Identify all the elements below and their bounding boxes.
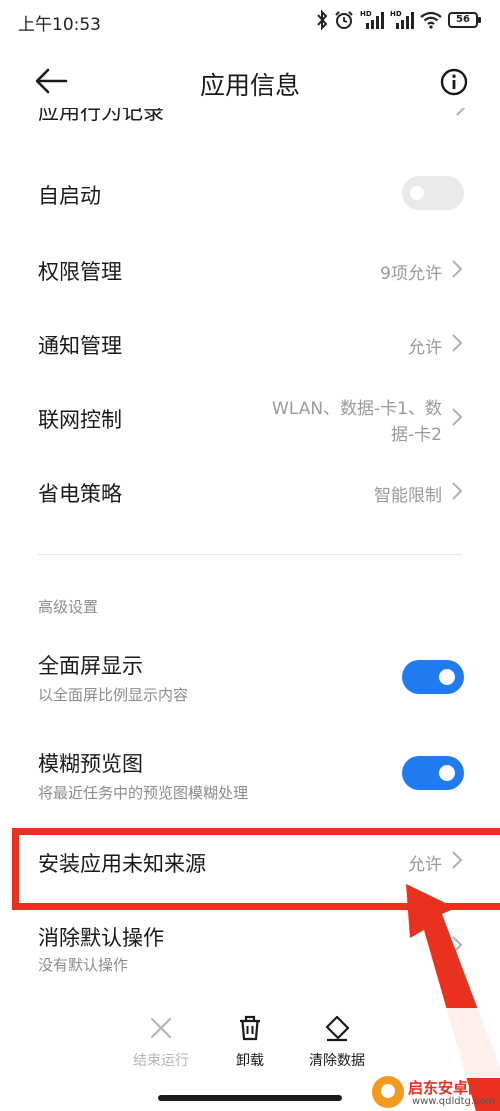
row-label: 应用行为记录 xyxy=(38,108,164,124)
autostart-row: 自启动 xyxy=(0,156,500,230)
row-label: 消除默认操作 xyxy=(38,926,164,950)
toggle-knob xyxy=(439,765,455,781)
row-label: 联网控制 xyxy=(38,408,122,432)
row-sublabel: 没有默认操作 xyxy=(38,956,129,974)
chevron-right-icon xyxy=(456,108,466,116)
row-sublabel: 以全面屏比例显示内容 xyxy=(38,686,189,704)
close-icon xyxy=(150,1017,172,1039)
row-value-line-2: 据-卡2 xyxy=(391,425,442,445)
signal-icon: HD xyxy=(390,11,414,29)
fullscreen-display-row: 全面屏显示 以全面屏比例显示内容 xyxy=(0,640,500,724)
app-behavior-record-row[interactable]: 应用行为记录 xyxy=(38,108,468,130)
row-label: 模糊预览图 xyxy=(38,752,143,776)
blur-preview-row: 模糊预览图 将最近任务中的预览图模糊处理 xyxy=(0,738,500,822)
uninstall-label: 卸载 xyxy=(236,1053,264,1069)
row-value-line-1: WLAN、数据-卡1、数 xyxy=(272,399,442,419)
chevron-right-icon xyxy=(452,334,463,352)
battery-icon: 56 xyxy=(448,12,481,28)
row-value: 允许 xyxy=(408,338,442,358)
chevron-right-icon xyxy=(452,482,463,500)
clear-data-button[interactable]: 清除数据 xyxy=(292,1014,382,1070)
wifi-icon xyxy=(420,11,442,29)
home-indicator[interactable] xyxy=(158,1095,342,1101)
row-sublabel: 将最近任务中的预览图模糊处理 xyxy=(38,784,249,802)
eraser-icon xyxy=(325,1015,350,1042)
bottom-action-bar: 结束运行 卸载 清除数据 xyxy=(0,1008,500,1078)
blur-preview-toggle[interactable] xyxy=(402,756,464,790)
row-label: 权限管理 xyxy=(38,260,122,284)
advanced-section-label: 高级设置 xyxy=(38,598,99,616)
permissions-row[interactable]: 权限管理 9项允许 xyxy=(0,230,500,304)
clear-defaults-row[interactable]: 消除默认操作 没有默认操作 xyxy=(0,912,500,996)
status-time: 上午10:53 xyxy=(18,15,101,35)
status-icons: HD HD 56 xyxy=(316,10,481,30)
status-bar: 上午10:53 HD HD 56 xyxy=(0,0,500,44)
network-control-row[interactable]: 联网控制 WLAN、数据-卡1、数 据-卡2 xyxy=(0,378,500,452)
force-stop-button[interactable]: 结束运行 xyxy=(116,1014,206,1070)
toggle-knob xyxy=(439,669,455,685)
battery-saver-row[interactable]: 省电策略 智能限制 xyxy=(0,452,500,526)
page-title: 应用信息 xyxy=(199,71,300,100)
chevron-right-icon xyxy=(452,408,463,426)
watermark-url: www.qdldtg.com xyxy=(412,1096,496,1107)
row-label: 自启动 xyxy=(38,184,101,208)
install-unknown-sources-row[interactable]: 安装应用未知来源 允许 xyxy=(0,832,500,906)
bluetooth-icon xyxy=(317,10,328,30)
trash-icon xyxy=(240,1015,260,1041)
chevron-right-icon xyxy=(452,851,463,869)
toggle-knob xyxy=(410,186,424,200)
chevron-right-icon xyxy=(452,260,463,278)
app-info-screen: 上午10:53 HD HD 56 应用信息 应用行为记录 自启动 权限管理 9项… xyxy=(0,0,500,1111)
row-label: 全面屏显示 xyxy=(38,654,143,678)
notifications-row[interactable]: 通知管理 允许 xyxy=(0,304,500,378)
watermark-name: 启东安卓网 xyxy=(408,1079,484,1097)
signal-icon: HD xyxy=(360,11,384,29)
back-arrow-icon[interactable] xyxy=(34,66,68,96)
fullscreen-toggle[interactable] xyxy=(402,660,464,694)
row-label: 省电策略 xyxy=(38,482,122,506)
watermark-logo-icon xyxy=(372,1076,404,1108)
alarm-icon xyxy=(335,11,353,29)
section-divider xyxy=(38,554,462,555)
uninstall-button[interactable]: 卸载 xyxy=(205,1014,295,1070)
watermark: 启东安卓网 www.qdldtg.com xyxy=(372,1074,500,1111)
row-label: 通知管理 xyxy=(38,334,122,358)
force-stop-label: 结束运行 xyxy=(133,1053,189,1069)
chevron-right-icon xyxy=(452,936,463,954)
autostart-toggle[interactable] xyxy=(402,176,464,210)
clear-data-label: 清除数据 xyxy=(309,1053,365,1069)
row-value: 智能限制 xyxy=(374,486,442,506)
row-value: 9项允许 xyxy=(380,264,442,284)
title-bar: 应用信息 xyxy=(0,52,500,112)
row-value: 允许 xyxy=(408,855,442,875)
row-label: 安装应用未知来源 xyxy=(38,852,206,876)
info-icon[interactable] xyxy=(440,68,468,96)
